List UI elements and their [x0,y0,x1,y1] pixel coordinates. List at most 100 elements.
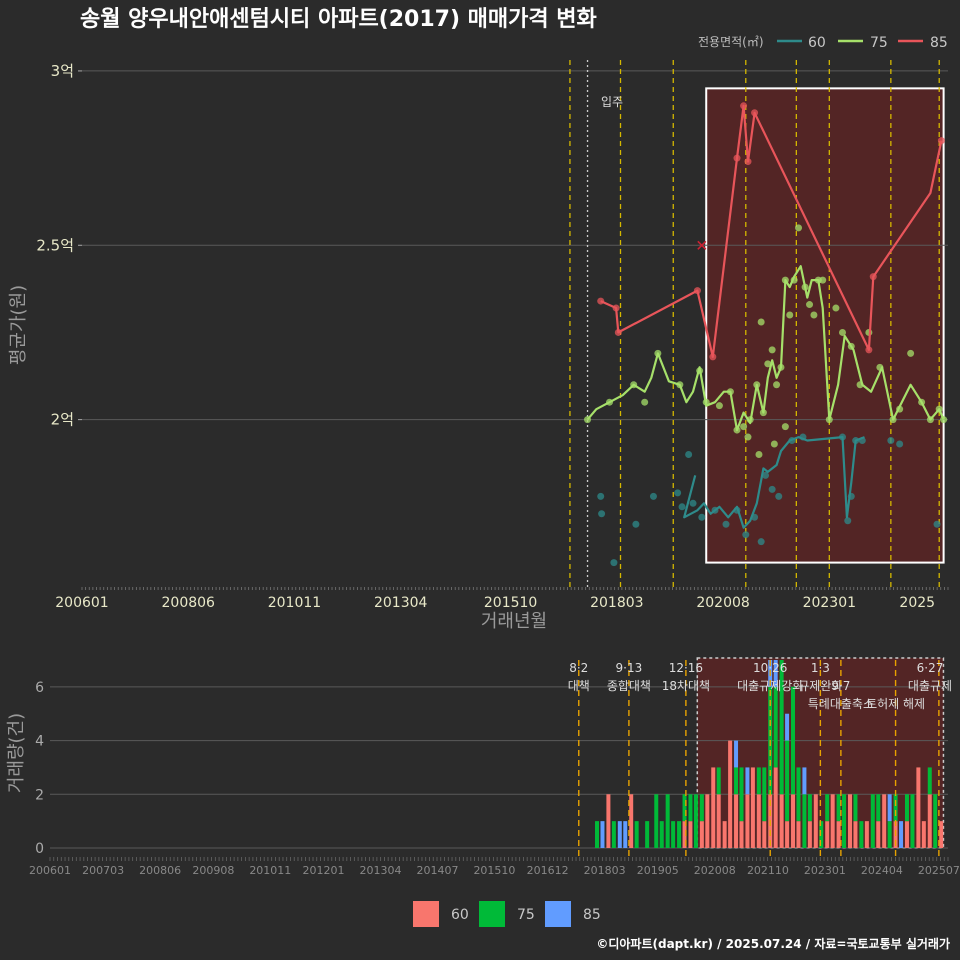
price-point-75 [832,304,840,312]
volume-bar-60 [916,767,921,848]
volume-bar-60 [921,821,926,848]
bar-y-tick-label: 2 [35,787,44,803]
volume-bar-60 [939,821,944,848]
price-point-60 [674,489,682,497]
volume-bar-75 [654,794,659,848]
price-point-60 [887,437,895,445]
volume-bar-75 [859,821,864,848]
bar-x-tick-label: 202008 [694,864,736,877]
volume-bar-60 [864,821,869,848]
volume-bar-75 [825,794,830,822]
policy-name-label: 대출규제강화 [737,679,803,693]
bar-x-tick-label: 201510 [473,864,515,877]
x-tick-label: 201304 [374,595,428,611]
volume-bar-60 [773,767,778,848]
volume-bar-75 [933,794,938,848]
price-point-75 [715,402,723,410]
y-tick-label: 3억 [51,62,74,80]
volume-bar-75 [734,767,739,795]
volume-bar-60 [927,794,932,848]
bar-y-tick-label: 4 [35,734,44,750]
volume-bar-75 [807,794,812,822]
policy-date-label: 10·26 [753,661,787,675]
volume-bar-75 [773,686,778,768]
volume-bar-75 [634,821,639,848]
legend-title: 전용면적(㎡) [698,35,764,49]
policy-date-label: 8·2 [569,661,588,675]
price-point-60 [768,485,776,493]
policy-name-label: 대책 [568,678,590,693]
volume-bar-60 [699,821,704,848]
bar-x-tick-label: 201612 [527,864,569,877]
volume-bar-75 [910,794,915,848]
volume-bar-85 [887,794,892,822]
main-price-panel: 3억2.5억2억 200601 200806 201011 201304 201510 2… [8,60,949,632]
legend-label-75: 75 [870,35,888,51]
volume-bar-60 [739,821,744,848]
y-tick-label: 2.5억 [36,236,74,254]
price-point-60 [775,492,783,500]
volume-bar-75 [796,767,801,822]
x-tick-label: 200601 [55,595,108,611]
volume-bar-75 [671,821,676,848]
price-point-60 [597,492,605,500]
policy-date-label: 9·7 [831,679,850,693]
volume-bar-75 [645,821,650,848]
volume-bar-60 [853,821,858,848]
bar-x-tick-label: 200601 [29,864,71,877]
bar-x-tick-label: 200908 [192,864,234,877]
bar-legend-swatch-75 [479,901,505,927]
volume-panel: 8·2대책9·13종합대책12·1618차대책10·26대출규제강화1·3규제완… [6,657,960,877]
volume-bar-75 [611,821,616,848]
bar-legend-label-75: 75 [517,907,535,923]
volume-bar-85 [745,767,750,795]
volume-bar-75 [870,794,875,848]
x-tick-label: 201803 [590,595,643,611]
bar-x-tick-label: 201304 [359,864,401,877]
volume-bar-85 [734,740,739,768]
policy-name-label: 토허제 해제 [866,697,925,711]
volume-bar-60 [876,821,881,848]
price-point-60 [610,559,618,567]
volume-bar-60 [807,821,812,848]
volume-bar-75 [762,767,767,822]
area-legend: 전용면적(㎡) 60 75 85 [698,35,948,51]
volume-bar-60 [711,767,716,848]
bar-legend-label-85: 85 [583,907,601,923]
price-point-75 [757,318,765,326]
volume-bar-60 [716,794,721,848]
price-point-75 [770,440,778,448]
volume-bar-85 [600,821,605,848]
volume-bar-60 [847,794,852,848]
volume-bar-60 [705,794,710,848]
volume-bar-60 [904,821,909,848]
volume-bar-75 [756,767,761,795]
volume-bar-75 [904,794,909,822]
bar-x-tick-label: 200703 [82,864,124,877]
price-point-60 [632,520,640,528]
volume-bar-60 [785,821,790,848]
bar-x-tick-label: 201011 [249,864,291,877]
price-point-60 [689,499,697,507]
price-point-60 [722,520,730,528]
policy-name-label: 특례대출축소 [808,697,874,711]
price-point-60 [757,538,765,546]
main-y-ticks: 3억 2.5억 2억 [36,62,82,429]
x-tick-label: 200806 [162,595,216,611]
bar-x-tick-label: 201201 [303,864,345,877]
volume-bar-75 [699,794,704,822]
price-point-75 [907,349,915,357]
price-point-75 [781,423,789,431]
policy-date-label: 1·3 [811,661,830,675]
price-point-75 [740,423,748,431]
volume-bar-60 [830,794,835,848]
volume-bar-75 [927,767,932,795]
volume-bar-60 [734,794,739,848]
bar-y-axis-label: 거래량(건) [6,713,27,793]
policy-date-label: 6·27 [917,661,944,675]
volume-bar-75 [785,740,790,822]
price-point-60 [742,531,750,539]
price-point-75 [641,398,649,406]
price-point-75 [786,311,794,319]
x-tick-label: 202301 [803,595,856,611]
